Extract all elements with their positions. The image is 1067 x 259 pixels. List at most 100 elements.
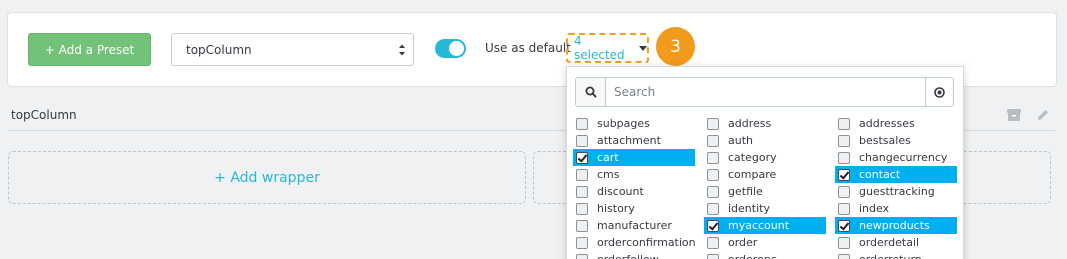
pages-multiselect-button[interactable]: 4 selected [566, 33, 649, 63]
options-column-3: addresses bestsales changecurrency contact g… [835, 115, 957, 259]
use-default-label: Use as default [485, 41, 571, 55]
use-default-toggle[interactable] [435, 39, 466, 58]
page-option-label: getfile [728, 185, 763, 198]
page-option[interactable]: orderopc [704, 251, 826, 259]
checkbox[interactable] [576, 236, 588, 249]
page-option-label: order [728, 236, 758, 249]
page-option-label: orderopc [728, 253, 777, 259]
checkbox[interactable] [707, 202, 719, 215]
page-option[interactable]: changecurrency [835, 149, 957, 166]
checkbox[interactable] [838, 134, 850, 147]
page-option-label: orderreturn [859, 253, 922, 259]
page-option[interactable]: history [573, 200, 695, 217]
options-column-1: subpages attachment cart cms discount history… [573, 115, 695, 259]
checkbox[interactable] [707, 185, 719, 198]
checkbox[interactable] [707, 236, 719, 249]
page-option[interactable]: manufacturer [573, 217, 695, 234]
page-option[interactable]: bestsales [835, 132, 957, 149]
step-badge: 3 [656, 27, 695, 66]
page-option-label: history [597, 202, 635, 215]
search-icon [576, 78, 606, 106]
options-column-2: address auth category compare getfile identit… [704, 115, 826, 259]
checkbox[interactable] [576, 202, 588, 215]
checkbox[interactable] [838, 117, 850, 130]
page-option[interactable]: guesttracking [835, 183, 957, 200]
page-option-label: cms [597, 168, 620, 181]
checkbox[interactable] [838, 151, 850, 164]
page-option[interactable]: category [704, 149, 826, 166]
page-option-label: cart [597, 151, 619, 164]
page-option-label: changecurrency [859, 151, 948, 164]
page-option[interactable]: subpages [573, 115, 695, 132]
hook-select[interactable]: topColumn [171, 33, 414, 66]
page-option-label: index [859, 202, 890, 215]
checkbox[interactable] [576, 185, 588, 198]
page-option[interactable]: orderreturn [835, 251, 957, 259]
hook-select-value: topColumn [186, 42, 252, 57]
page-option[interactable]: discount [573, 183, 695, 200]
add-preset-button[interactable]: + Add a Preset [28, 33, 151, 66]
page-option[interactable]: getfile [704, 183, 826, 200]
page-option-label: contact [859, 168, 901, 181]
pages-dropdown: subpages attachment cart cms discount history… [566, 66, 964, 259]
page-option[interactable]: attachment [573, 132, 695, 149]
page-option-label: attachment [597, 134, 661, 147]
checkbox[interactable] [707, 253, 719, 259]
add-wrapper-button[interactable]: + Add wrapper [8, 151, 526, 204]
page-option-label: category [728, 151, 777, 164]
checkbox-checked[interactable] [838, 168, 850, 181]
checkbox[interactable] [576, 117, 588, 130]
checkbox[interactable] [707, 117, 719, 130]
page-option-label: discount [597, 185, 644, 198]
page-option[interactable]: identity [704, 200, 826, 217]
search-box [575, 77, 954, 107]
page-option-label: addresses [859, 117, 915, 130]
page-option-label: address [728, 117, 772, 130]
page-option[interactable]: address [704, 115, 826, 132]
page-option-label: myaccount [728, 219, 790, 232]
checkbox[interactable] [838, 185, 850, 198]
page-option[interactable]: orderdetail [835, 234, 957, 251]
page-option[interactable]: addresses [835, 115, 957, 132]
page-option[interactable]: order [704, 234, 826, 251]
checkbox-checked[interactable] [576, 151, 588, 164]
page-option-label: auth [728, 134, 753, 147]
checkbox[interactable] [838, 202, 850, 215]
page-option[interactable]: auth [704, 132, 826, 149]
page-option[interactable]: newproducts [835, 217, 957, 234]
page-option[interactable]: orderconfirmation [573, 234, 695, 251]
toggle-knob [449, 41, 464, 56]
hook-tools [1006, 108, 1050, 122]
pencil-icon[interactable] [1036, 108, 1050, 122]
checkbox[interactable] [576, 253, 588, 259]
page-option[interactable]: compare [704, 166, 826, 183]
page-option-label: subpages [597, 117, 650, 130]
selected-count-label: 4 selected [574, 34, 625, 62]
page-option[interactable]: cart [573, 149, 695, 166]
chevron-updown-icon [399, 44, 405, 56]
checkbox-checked[interactable] [707, 219, 719, 232]
clear-icon[interactable] [925, 78, 953, 106]
checkbox[interactable] [707, 151, 719, 164]
checkbox[interactable] [707, 168, 719, 181]
page-option-label: orderdetail [859, 236, 920, 249]
checkbox[interactable] [707, 134, 719, 147]
page-option[interactable]: orderfollow [573, 251, 695, 259]
checkbox-checked[interactable] [838, 219, 850, 232]
page-option[interactable]: myaccount [704, 217, 826, 234]
archive-icon[interactable] [1006, 108, 1022, 122]
page-option-label: identity [728, 202, 770, 215]
search-input[interactable] [606, 78, 925, 106]
page-option-label: compare [728, 168, 777, 181]
checkbox[interactable] [838, 253, 850, 259]
checkbox[interactable] [838, 236, 850, 249]
page-option[interactable]: contact [835, 166, 957, 183]
checkbox[interactable] [576, 219, 588, 232]
page-option[interactable]: index [835, 200, 957, 217]
page-option[interactable]: cms [573, 166, 695, 183]
page-option-label: manufacturer [597, 219, 672, 232]
page-option-label: orderconfirmation [597, 236, 695, 249]
hook-title: topColumn [11, 108, 77, 122]
checkbox[interactable] [576, 168, 588, 181]
checkbox[interactable] [576, 134, 588, 147]
